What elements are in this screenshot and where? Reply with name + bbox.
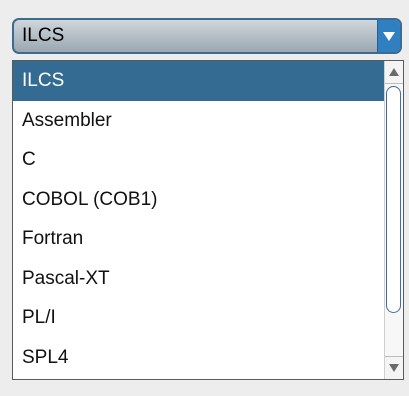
dropdown-option[interactable]: SPL4: [13, 338, 385, 378]
language-combobox[interactable]: ILCS: [12, 18, 402, 54]
combobox-selected-value: ILCS: [22, 25, 65, 46]
scrollbar-track[interactable]: [385, 84, 403, 356]
dropdown-option[interactable]: COBOL (COB1): [13, 180, 385, 220]
dropdown-items: ILCS Assembler C COBOL (COB1) Fortran Pascal-…: [13, 61, 385, 379]
dropdown-option[interactable]: Fortran: [13, 219, 385, 259]
combobox-dropdown-button[interactable]: [377, 20, 400, 52]
scrollbar-thumb[interactable]: [386, 86, 401, 314]
dropdown-option[interactable]: ILCS: [13, 61, 385, 101]
triangle-up-icon: [389, 68, 399, 76]
language-selector: ILCS ILCS Assembler C COBOL (COB1) Fortran Pa…: [0, 0, 409, 396]
triangle-down-icon: [389, 364, 399, 372]
vertical-scrollbar[interactable]: [384, 61, 403, 379]
dropdown-option[interactable]: Assembler: [13, 101, 385, 141]
language-dropdown-list: ILCS Assembler C COBOL (COB1) Fortran Pascal-…: [12, 60, 404, 380]
scroll-down-button[interactable]: [385, 356, 403, 379]
dropdown-option[interactable]: C: [13, 140, 385, 180]
scroll-up-button[interactable]: [385, 61, 403, 84]
dropdown-option[interactable]: Pascal-XT: [13, 259, 385, 299]
dropdown-option[interactable]: PL/I: [13, 298, 385, 338]
triangle-down-icon: [383, 31, 395, 41]
